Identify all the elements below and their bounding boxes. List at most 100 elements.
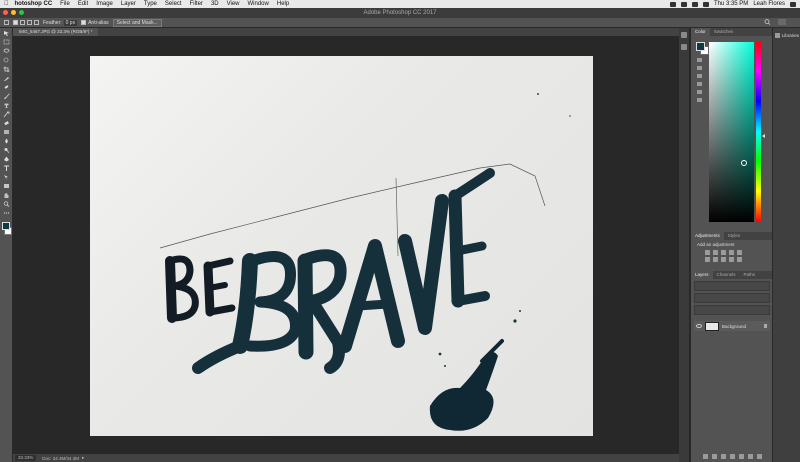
tab-styles[interactable]: Styles bbox=[724, 232, 744, 240]
tab-layers[interactable]: Layers bbox=[691, 271, 713, 279]
color-panel-icon[interactable] bbox=[697, 58, 702, 62]
zoom-level[interactable]: 33.33% bbox=[15, 455, 37, 461]
color-panel-icon[interactable] bbox=[697, 98, 702, 102]
menu-file[interactable]: File bbox=[56, 0, 74, 8]
spotlight-icon[interactable] bbox=[790, 1, 796, 7]
adjustment-layer-icon[interactable] bbox=[729, 454, 735, 459]
marquee-tool-icon[interactable] bbox=[3, 39, 10, 45]
pen-tool-icon[interactable] bbox=[3, 156, 10, 162]
tab-adjustments[interactable]: Adjustments bbox=[691, 232, 724, 240]
healing-tool-icon[interactable] bbox=[3, 84, 10, 90]
menu-image[interactable]: Image bbox=[92, 0, 117, 8]
intersect-selection-icon[interactable] bbox=[34, 20, 39, 25]
feather-input[interactable]: 0 px bbox=[63, 19, 78, 26]
brightness-icon[interactable] bbox=[705, 250, 710, 255]
shape-tool-icon[interactable] bbox=[3, 183, 10, 189]
color-panel-icon[interactable] bbox=[697, 82, 702, 86]
lasso-tool-icon[interactable] bbox=[3, 48, 10, 54]
bw-icon[interactable] bbox=[721, 257, 726, 262]
exposure-icon[interactable] bbox=[729, 250, 734, 255]
color-panel-icon[interactable] bbox=[697, 66, 702, 70]
blend-mode-row[interactable] bbox=[694, 293, 770, 303]
history-icon[interactable] bbox=[681, 32, 687, 38]
tab-paths[interactable]: Paths bbox=[740, 271, 760, 279]
tab-channels[interactable]: Channels bbox=[713, 271, 740, 279]
libraries-tab[interactable]: Libraries bbox=[775, 33, 799, 38]
clock[interactable]: Thu 3:35 PM bbox=[714, 1, 748, 7]
lock-row[interactable] bbox=[694, 305, 770, 315]
photo-filter-icon[interactable] bbox=[729, 257, 734, 262]
minimize-window-icon[interactable] bbox=[11, 10, 16, 15]
eyedropper-tool-icon[interactable] bbox=[3, 75, 10, 81]
move-tool-icon[interactable] bbox=[3, 30, 10, 36]
status-menu-arrow-icon[interactable]: ▸ bbox=[82, 455, 84, 461]
antialias-checkbox[interactable] bbox=[81, 20, 87, 25]
hand-tool-icon[interactable] bbox=[3, 192, 10, 198]
hue-slider[interactable] bbox=[756, 42, 761, 222]
menu-help[interactable]: Help bbox=[273, 0, 293, 8]
canvas-area[interactable] bbox=[13, 36, 679, 454]
document-canvas[interactable] bbox=[90, 56, 593, 436]
layer-background[interactable]: Background bbox=[694, 321, 770, 331]
color-panel-icon[interactable] bbox=[697, 90, 702, 94]
battery-icon[interactable] bbox=[702, 1, 709, 7]
close-window-icon[interactable] bbox=[3, 10, 8, 15]
menu-app[interactable]: hotoshop CC bbox=[13, 0, 57, 8]
tool-foreground-swatch[interactable] bbox=[2, 222, 10, 230]
menu-window[interactable]: Window bbox=[244, 0, 273, 8]
menu-filter[interactable]: Filter bbox=[186, 0, 207, 8]
add-selection-icon[interactable] bbox=[20, 20, 25, 25]
quick-select-tool-icon[interactable] bbox=[3, 57, 10, 63]
vibrance-icon[interactable] bbox=[737, 250, 742, 255]
brush-tool-icon[interactable] bbox=[3, 93, 10, 99]
hue-slider-handle[interactable] bbox=[762, 134, 765, 138]
search-icon[interactable] bbox=[764, 19, 772, 25]
properties-icon[interactable] bbox=[681, 44, 687, 50]
foreground-color-swatch[interactable] bbox=[696, 42, 705, 51]
type-tool-icon[interactable] bbox=[3, 165, 10, 171]
channel-mixer-icon[interactable] bbox=[737, 257, 742, 262]
gradient-tool-icon[interactable] bbox=[3, 129, 10, 135]
menu-edit[interactable]: Edit bbox=[74, 0, 92, 8]
fx-icon[interactable] bbox=[711, 454, 717, 459]
trash-icon[interactable] bbox=[756, 454, 762, 459]
color-balance-icon[interactable] bbox=[713, 257, 718, 262]
menu-type[interactable]: Type bbox=[140, 0, 161, 8]
curves-icon[interactable] bbox=[721, 250, 726, 255]
levels-icon[interactable] bbox=[713, 250, 718, 255]
dodge-tool-icon[interactable] bbox=[3, 147, 10, 153]
menu-3d[interactable]: 3D bbox=[207, 0, 223, 8]
menu-select[interactable]: Select bbox=[161, 0, 186, 8]
user-name[interactable]: Leah Flores bbox=[753, 1, 785, 7]
color-field[interactable] bbox=[709, 42, 754, 222]
eraser-tool-icon[interactable] bbox=[3, 120, 10, 126]
link-icon[interactable] bbox=[702, 454, 708, 459]
dropbox-icon[interactable] bbox=[669, 1, 676, 7]
color-panel-icon[interactable] bbox=[697, 74, 702, 78]
more-tool-icon[interactable] bbox=[3, 210, 10, 216]
layer-filter-row[interactable] bbox=[694, 281, 770, 291]
menu-view[interactable]: View bbox=[223, 0, 244, 8]
new-selection-icon[interactable] bbox=[13, 20, 18, 25]
cloud-icon[interactable] bbox=[680, 1, 687, 7]
history-brush-tool-icon[interactable] bbox=[3, 111, 10, 117]
wifi-icon[interactable] bbox=[691, 1, 698, 7]
select-and-mask-button[interactable]: Select and Mask... bbox=[112, 18, 162, 27]
zoom-tool-icon[interactable] bbox=[3, 201, 10, 207]
eye-icon[interactable] bbox=[696, 324, 702, 328]
folder-icon[interactable] bbox=[738, 454, 744, 459]
path-select-tool-icon[interactable] bbox=[3, 174, 10, 180]
lasso-preset-icon[interactable] bbox=[4, 20, 9, 25]
document-tab[interactable]: IMG_5487.JPG @ 33.3% (RGB/8*) * bbox=[13, 28, 99, 36]
clone-stamp-tool-icon[interactable] bbox=[3, 102, 10, 108]
color-picker-handle[interactable] bbox=[741, 160, 747, 166]
workspace-switcher-icon[interactable] bbox=[778, 19, 786, 25]
tab-swatches[interactable]: Swatches bbox=[710, 28, 738, 36]
tab-color[interactable]: Color bbox=[691, 28, 710, 36]
crop-tool-icon[interactable] bbox=[3, 66, 10, 72]
mask-icon[interactable] bbox=[720, 454, 726, 459]
subtract-selection-icon[interactable] bbox=[27, 20, 32, 25]
menu-layer[interactable]: Layer bbox=[117, 0, 140, 8]
blur-tool-icon[interactable] bbox=[3, 138, 10, 144]
new-layer-icon[interactable] bbox=[747, 454, 753, 459]
